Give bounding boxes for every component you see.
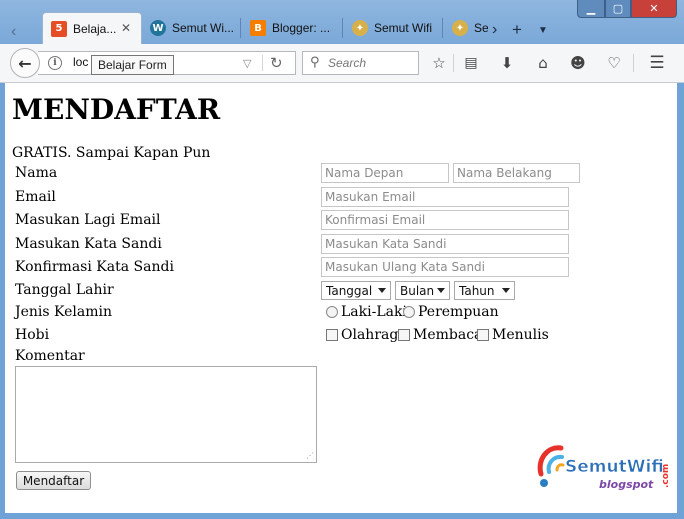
gender-male-label: Laki-Laki: [341, 304, 407, 320]
comment-textarea[interactable]: ⋰: [15, 366, 317, 463]
birth-date-label: Tanggal Lahir: [15, 282, 114, 298]
toolbar-separator: [633, 54, 634, 72]
close-window-button[interactable]: ✕: [631, 0, 677, 18]
url-divider: [262, 55, 263, 71]
search-placeholder: Search: [328, 56, 367, 70]
semut-icon: ✦: [352, 20, 368, 36]
password-confirm-field[interactable]: [321, 257, 569, 277]
hobby-sport-label: Olahraga: [341, 327, 407, 343]
downloads-icon[interactable]: ⬇: [497, 53, 517, 73]
bookmarks-menu-icon[interactable]: ▤: [461, 53, 481, 73]
logo-sub-text: blogspot: [599, 478, 654, 491]
page-subtitle: GRATIS. Sampai Kapan Pun: [12, 145, 211, 161]
tab-semut-wifi[interactable]: ✦ Semut Wifi: [344, 12, 442, 44]
logo-suffix-text: .com: [661, 464, 671, 488]
tab-label: Semut Wifi: [374, 21, 433, 35]
hobby-reading-checkbox[interactable]: [398, 329, 410, 341]
hobby-label: Hobi: [15, 327, 50, 343]
hamburger-menu-icon[interactable]: ☰: [647, 53, 667, 73]
back-button[interactable]: ←: [10, 48, 40, 78]
url-history-dropdown-icon[interactable]: ▽: [243, 57, 251, 70]
first-name-field[interactable]: [321, 163, 449, 183]
hobby-writing-label: Menulis: [492, 327, 549, 343]
gender-female-radio[interactable]: [403, 306, 415, 318]
hobby-sport-checkbox[interactable]: [326, 329, 338, 341]
site-info-icon[interactable]: i: [48, 56, 62, 70]
scroll-tabs-right-button[interactable]: ›: [488, 14, 506, 46]
password-label: Masukan Kata Sandi: [15, 236, 162, 252]
pocket-icon[interactable]: ♡: [604, 53, 624, 73]
password-field[interactable]: [321, 234, 569, 254]
reload-icon[interactable]: ↻: [270, 54, 283, 72]
tab-separator: [442, 18, 443, 38]
html5-icon: 5: [51, 20, 67, 37]
email-confirm-field[interactable]: [321, 210, 569, 230]
close-tab-icon[interactable]: ✕: [121, 21, 131, 35]
email-field[interactable]: [321, 187, 569, 207]
tab-label: Semut Wi...: [172, 21, 235, 35]
url-text: loc: [73, 55, 89, 69]
plus-icon: +: [512, 20, 522, 39]
hello-chat-icon[interactable]: ☻: [568, 53, 588, 73]
chevron-down-icon: [502, 288, 510, 293]
semutwifi-logo: SemutWifi blogspot .com: [537, 445, 671, 491]
new-tab-button[interactable]: +: [508, 14, 530, 46]
chevron-down-icon: ▼: [538, 24, 548, 36]
hobby-writing-checkbox[interactable]: [477, 329, 489, 341]
home-icon[interactable]: ⌂: [533, 53, 553, 73]
page-title: MENDAFTAR: [12, 93, 221, 126]
tab-list-dropdown[interactable]: ▼: [532, 14, 554, 46]
submit-button[interactable]: Mendaftar: [16, 471, 91, 490]
password-confirm-label: Konfirmasi Kata Sandi: [15, 259, 174, 275]
tab-separator: [342, 18, 343, 38]
tab-label: Ser: [474, 21, 488, 35]
tab-label: Blogger: ...: [272, 21, 331, 35]
day-select-value: Tanggal: [326, 283, 373, 298]
minimize-button[interactable]: ▁: [577, 0, 605, 18]
year-select-value: Tahun: [459, 283, 495, 298]
page-content: MENDAFTAR GRATIS. Sampai Kapan Pun Nama …: [5, 83, 677, 513]
hobby-reading-label: Membaca: [413, 327, 483, 343]
month-select[interactable]: Bulan: [395, 281, 450, 300]
window-controls: ▁ ▢ ✕: [577, 0, 677, 18]
maximize-button[interactable]: ▢: [605, 0, 631, 18]
tab-semut-partial[interactable]: ✦ Ser: [444, 12, 488, 44]
wordpress-icon: W: [150, 20, 166, 36]
month-select-value: Bulan: [400, 283, 435, 298]
tab-separator: [240, 18, 241, 38]
gender-label: Jenis Kelamin: [15, 304, 112, 320]
tab-blogger[interactable]: B Blogger: ...: [242, 12, 342, 44]
back-arrow-icon: ←: [18, 53, 32, 73]
toolbar-separator: [453, 54, 454, 72]
gender-male-radio[interactable]: [326, 306, 338, 318]
last-name-field[interactable]: [453, 163, 580, 183]
chevron-down-icon: [378, 288, 386, 293]
tab-semut-wifi-wordpress[interactable]: W Semut Wi...: [142, 12, 240, 44]
blogger-icon: B: [250, 20, 266, 36]
chevron-down-icon: [437, 288, 445, 293]
resize-grip-icon[interactable]: ⋰: [306, 451, 314, 460]
email-label: Email: [15, 189, 56, 205]
semut-icon: ✦: [452, 20, 468, 36]
email-confirm-label: Masukan Lagi Email: [15, 212, 161, 228]
name-label: Nama: [15, 165, 58, 181]
comment-label: Komentar: [15, 348, 85, 364]
browser-window: ▁ ▢ ✕ ‹ 5 Belaja... ✕ W Semut Wi... B Bl…: [0, 0, 684, 519]
tab-tooltip: Belajar Form: [91, 55, 174, 75]
tab-label: Belaja...: [73, 21, 117, 36]
bookmark-star-icon[interactable]: ☆: [429, 53, 449, 73]
day-select[interactable]: Tanggal: [321, 281, 391, 300]
year-select[interactable]: Tahun: [454, 281, 515, 300]
logo-main-text: SemutWifi: [565, 457, 664, 477]
gender-female-label: Perempuan: [418, 304, 499, 320]
search-icon: ⚲: [310, 55, 320, 70]
tab-belajar-form[interactable]: 5 Belaja... ✕: [42, 12, 142, 44]
